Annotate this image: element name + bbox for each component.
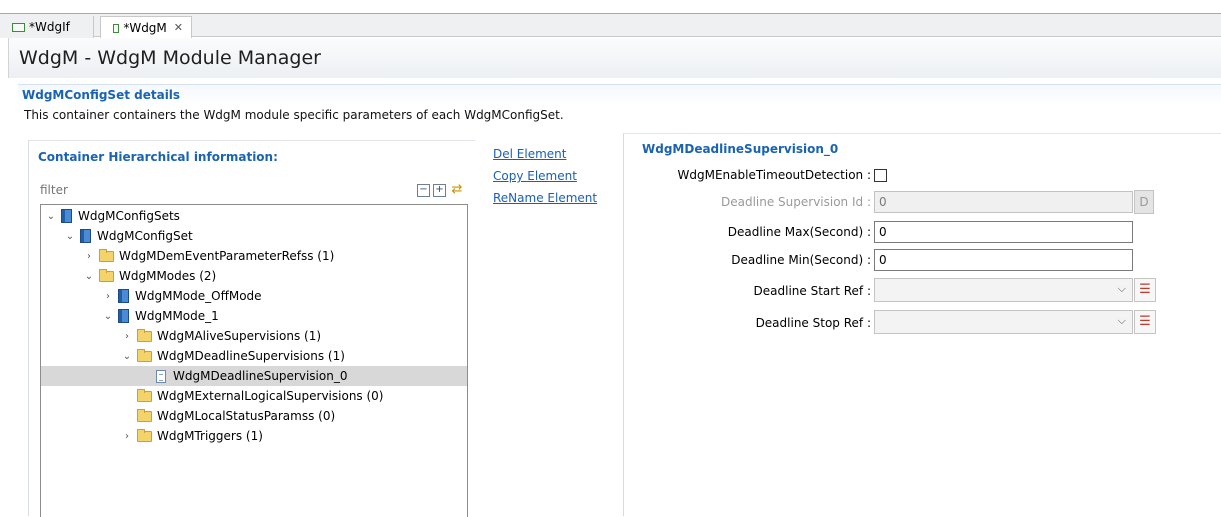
tab-label: *WdgM: [123, 21, 167, 35]
supervision-id-field: [874, 191, 1133, 213]
tree-item[interactable]: ⌄ WdgMMode_1: [41, 306, 467, 326]
editor-icon: [113, 23, 120, 33]
book-icon: [61, 209, 72, 223]
tree-item-label: WdgMConfigSets: [78, 209, 180, 223]
enable-timeout-checkbox[interactable]: [874, 169, 887, 182]
book-icon: [118, 309, 129, 323]
tree-toolbar: − + ⇄: [417, 183, 465, 198]
folder-icon: [137, 428, 152, 442]
tree-item-label: WdgMMode_1: [135, 309, 219, 323]
container-tree: ⌄ WdgMConfigSets ⌄ WdgMConfigSet › WdgMDemEve…: [40, 204, 468, 517]
chevron-down-icon[interactable]: ⌄: [64, 231, 76, 242]
expand-all-icon[interactable]: +: [433, 184, 446, 197]
tree-item[interactable]: ›WdgMDeadlineSupervision_0: [41, 366, 467, 386]
deadline-max-field[interactable]: [874, 221, 1133, 243]
default-button: D: [1134, 190, 1154, 214]
tree-item[interactable]: ›WdgMExternalLogicalSupervisions (0): [41, 386, 467, 406]
chevron-down-icon[interactable]: ⌄: [45, 211, 57, 222]
del-element-link[interactable]: Del Element: [493, 146, 597, 162]
chevron-down-icon[interactable]: ⌄: [121, 351, 133, 362]
folder-icon: [99, 248, 114, 262]
tree-item[interactable]: ⌄ WdgMModes (2): [41, 266, 467, 286]
details-panel: WdgMDeadlineSupervision_0 WdgMEnableTime…: [623, 133, 1221, 516]
filter-input[interactable]: [40, 181, 400, 199]
chevron-down-icon[interactable]: ⌄: [102, 311, 114, 322]
page-title: WdgM - WdgM Module Manager: [19, 47, 321, 69]
deadline-min-label: Deadline Min(Second) :: [731, 253, 871, 267]
chevron-down-icon[interactable]: ⌄: [83, 271, 95, 282]
element-actions: Del Element Copy Element ReName Element: [493, 146, 597, 206]
book-icon: [80, 229, 91, 243]
collapse-all-icon[interactable]: −: [417, 184, 430, 197]
folder-icon: [137, 388, 152, 402]
chevron-down-icon: ⌵: [1117, 314, 1126, 327]
deadline-max-label: Deadline Max(Second) :: [727, 225, 871, 239]
section-header: WdgMConfigSet details: [18, 84, 1221, 106]
chevron-right-icon[interactable]: ›: [121, 431, 133, 442]
deadline-start-ref-label: Deadline Start Ref :: [753, 284, 871, 298]
folder-icon: [137, 328, 152, 342]
tree-item-label: WdgMDemEventParameterRefss (1): [119, 249, 335, 263]
details-title: WdgMDeadlineSupervision_0: [642, 142, 839, 156]
close-icon[interactable]: ✕: [174, 18, 183, 38]
folder-icon: [137, 408, 152, 422]
book-icon: [118, 289, 129, 303]
tree-item-label: WdgMDeadlineSupervision_0: [173, 369, 348, 383]
editor-tab-bar: *WdgIf *WdgM ✕: [0, 13, 1221, 39]
chevron-right-icon[interactable]: ›: [121, 331, 133, 342]
supervision-id-label: Deadline Supervision Id :: [720, 195, 871, 209]
copy-element-link[interactable]: Copy Element: [493, 168, 597, 184]
section-description: This container containers the WdgM modul…: [24, 108, 564, 122]
deadline-stop-ref-label: Deadline Stop Ref :: [755, 316, 871, 330]
chevron-right-icon[interactable]: ›: [102, 291, 114, 302]
document-icon: [156, 369, 166, 383]
tree-item-label: WdgMAliveSupervisions (1): [157, 329, 322, 343]
enable-timeout-label: WdgMEnableTimeoutDetection :: [677, 168, 872, 182]
reference-list-icon[interactable]: ☰: [1134, 278, 1156, 302]
tree-item-label: WdgMDeadlineSupervisions (1): [157, 349, 345, 363]
tree-item-label: WdgMMode_OffMode: [135, 289, 262, 303]
folder-icon: [137, 348, 152, 362]
editor-icon: [12, 22, 25, 32]
deadline-min-field[interactable]: [874, 249, 1133, 271]
tree-item[interactable]: › WdgMDemEventParameterRefss (1): [41, 246, 467, 266]
tab-label: *WdgIf: [29, 20, 70, 34]
tab-wdgm[interactable]: *WdgM ✕: [100, 16, 192, 39]
chevron-right-icon[interactable]: ›: [83, 251, 95, 262]
sync-icon[interactable]: ⇄: [449, 183, 465, 198]
rename-element-link[interactable]: ReName Element: [493, 190, 597, 206]
hierarchy-title: Container Hierarchical information:: [38, 150, 278, 164]
tree-item-label: WdgMTriggers (1): [157, 429, 263, 443]
tree-item[interactable]: › WdgMAliveSupervisions (1): [41, 326, 467, 346]
tree-item[interactable]: › WdgMTriggers (1): [41, 426, 467, 446]
tree-item[interactable]: ⌄ WdgMConfigSet: [41, 226, 467, 246]
tree-item-label: WdgMLocalStatusParamss (0): [157, 409, 336, 423]
tab-wdgif[interactable]: *WdgIf: [0, 16, 94, 38]
tree-item[interactable]: ⌄ WdgMDeadlineSupervisions (1): [41, 346, 467, 366]
tree-item[interactable]: ⌄ WdgMConfigSets: [41, 206, 467, 226]
deadline-start-ref-select[interactable]: ⌵: [874, 278, 1133, 302]
hierarchy-panel: Container Hierarchical information: − + …: [28, 140, 475, 517]
tree-item[interactable]: › WdgMMode_OffMode: [41, 286, 467, 306]
tree-item-label: WdgMModes (2): [119, 269, 217, 283]
page-header: WdgM - WdgM Module Manager: [8, 38, 1221, 78]
tree-item-label: WdgMConfigSet: [97, 229, 193, 243]
deadline-stop-ref-select[interactable]: ⌵: [874, 310, 1133, 334]
tree-item-label: WdgMExternalLogicalSupervisions (0): [157, 389, 384, 403]
tree-item[interactable]: ›WdgMLocalStatusParamss (0): [41, 406, 467, 426]
chevron-down-icon: ⌵: [1117, 282, 1126, 295]
folder-icon: [99, 268, 114, 282]
reference-list-icon[interactable]: ☰: [1134, 310, 1156, 334]
section-title: WdgMConfigSet details: [22, 88, 181, 102]
